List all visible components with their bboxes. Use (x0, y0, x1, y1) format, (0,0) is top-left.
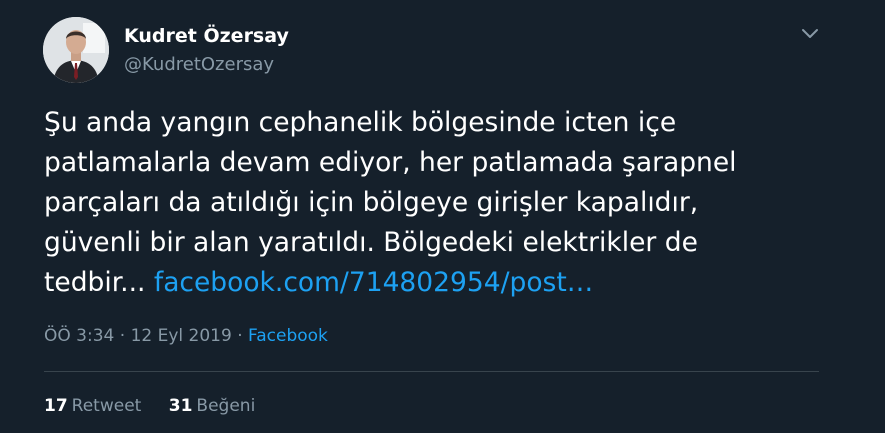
tweet-time[interactable]: ÖÖ 3:34 (44, 326, 114, 346)
tweet-text-line: Şu anda yangın cephanelik bölgesinde ict… (44, 107, 677, 138)
author-display-name[interactable]: Kudret Özersay (124, 25, 289, 47)
meta-separator: · (119, 326, 126, 346)
tweet-source[interactable]: Facebook (248, 326, 328, 346)
tweet-text: Şu anda yangın cephanelik bölgesinde ict… (44, 103, 844, 303)
tweet-text-line: parçaları da atıldığı için bölgeye giriş… (44, 187, 699, 218)
avatar[interactable] (43, 17, 109, 83)
avatar-image (43, 17, 109, 83)
divider (44, 371, 819, 372)
retweet-label: Retweet (71, 396, 142, 416)
like-label: Beğeni (196, 396, 256, 416)
tweet-link[interactable]: facebook.com/714802954/post… (154, 267, 593, 298)
tweet-card: Kudret Özersay @KudretOzersay Şu anda ya… (0, 0, 885, 433)
retweet-stat[interactable]: 17 Retweet (44, 396, 141, 416)
like-stat[interactable]: 31 Beğeni (169, 396, 256, 416)
tweet-text-last-line: tedbir... facebook.com/714802954/post… (44, 263, 844, 303)
tweet-meta: ÖÖ 3:34 · 12 Eyl 2019 · Facebook (44, 326, 328, 346)
tweet-stats: 17 Retweet 31 Beğeni (44, 396, 277, 416)
tweet-text-line: patlamalarla devam ediyor, her patlamada… (44, 147, 737, 178)
meta-separator: · (237, 326, 243, 346)
chevron-down-icon[interactable] (798, 24, 822, 44)
like-count: 31 (168, 396, 193, 416)
retweet-count: 17 (44, 396, 68, 416)
tweet-text-truncated: tedbir... (44, 267, 154, 298)
tweet-date[interactable]: 12 Eyl 2019 (131, 326, 232, 346)
author-handle[interactable]: @KudretOzersay (124, 54, 274, 75)
tweet-text-line: güvenli bir alan yaratıldı. Bölgedeki el… (44, 227, 698, 258)
